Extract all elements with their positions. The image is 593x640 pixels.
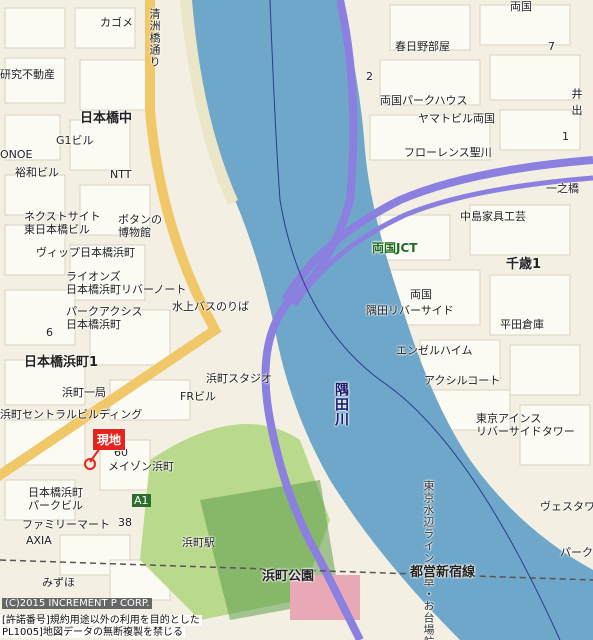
- shinjuku-line-label: 都営新宿線: [410, 565, 476, 580]
- vertu-label: ヴェスタワー: [540, 500, 593, 513]
- number-2-label: 2: [366, 70, 373, 83]
- yamato-bldg-label: ヤマトビル両国: [418, 112, 495, 125]
- maison-label: メイゾン浜町: [108, 460, 174, 473]
- kasuganobeya-label: 春日野部屋: [395, 40, 450, 53]
- hamacho-park-label: 浜町公園: [262, 569, 315, 584]
- number-6-label: 6: [46, 326, 53, 339]
- vita-label: ヴィップ日本橋浜町: [36, 246, 135, 259]
- permit-line-2: PL1005]地図データの無断複製を禁じる: [0, 627, 185, 638]
- number-38-label: 38: [118, 516, 132, 529]
- mizuho-label: みずほ: [42, 576, 75, 589]
- hamacho-ichi-label: 浜町一局: [62, 386, 106, 399]
- map-copyright: (C)2015 INCREMENT P CORP.: [2, 598, 153, 609]
- g1-label: G1ビル: [56, 134, 94, 147]
- familymart-label: ファミリーマート: [22, 518, 110, 531]
- east-rivershine-label: 東京アインス リバーサイドタワー: [476, 412, 575, 438]
- nihonbashi-park-label: 日本橋浜町 パークビル: [28, 486, 83, 512]
- sumida-river-label: 隅田川: [333, 382, 349, 427]
- kenkyu-label: 研究不動産: [0, 68, 55, 81]
- yuwa-label: 裕和ビル: [15, 166, 59, 179]
- onoe-label: ONOE: [0, 148, 33, 161]
- button-museum-label: ボタンの 博物館: [118, 213, 162, 239]
- ryogoku-park-house-label: 両国パークハウス: [380, 94, 468, 107]
- number-7-label: 7: [548, 40, 555, 53]
- ryogoku2-label: 両国: [410, 288, 432, 301]
- park-axis-label: パークアクシス 日本橋浜町: [66, 305, 143, 331]
- hamacho-studio-label: 浜町スタジオ: [206, 372, 272, 385]
- entree-haim-label: エンゼルハイム: [396, 344, 473, 357]
- park-label: パーク: [560, 546, 593, 559]
- ryogoku-label: 両国: [510, 0, 532, 13]
- permit-line-1: [許諾番号]規約用途以外の利用を目的とした: [0, 615, 202, 626]
- exit-a1-badge: A1: [132, 494, 151, 507]
- location-pin-icon: [84, 448, 101, 470]
- nakajima-label: 中島家具工芸: [460, 210, 526, 223]
- ryogoku-jct-label: 両国JCT: [372, 241, 418, 255]
- kitaichi-label: 一之橋: [546, 182, 579, 195]
- lions-label: ライオンズ 日本橋浜町リバーノート: [66, 270, 187, 296]
- central-bldg-label: 浜町セントラルビルディング: [0, 408, 143, 421]
- hamacho-station-label: 浜町駅: [182, 536, 215, 549]
- fr-bldg-label: FRビル: [180, 390, 216, 403]
- sumida-riverside-label: 隅田リバーサイド: [366, 304, 454, 317]
- nihonbashi-naka-label: 日本橋中: [80, 111, 133, 126]
- kasen-road-label: 清洲橋通り: [148, 8, 161, 68]
- number-1-label: 1: [562, 130, 569, 143]
- chitose1-label: 千歳1: [506, 257, 542, 272]
- axia-label: AXIA: [26, 534, 52, 547]
- ntt-label: NTT: [110, 168, 132, 181]
- nexst-label: ネクストサイト 東日本橋ビル: [24, 210, 101, 236]
- map-canvas[interactable]: 清洲橋通り カゴメ 日本橋中 研究不動産 G1ビル ONOE 裕和ビル NTT …: [0, 0, 593, 640]
- florence-label: フローレンス聖川: [404, 146, 492, 159]
- water-bus-label: 水上バスのりば: [172, 300, 249, 313]
- kagome-label: カゴメ: [100, 16, 133, 29]
- izumi-label: 井 出: [570, 88, 583, 117]
- hirata-label: 平田倉庫: [500, 318, 544, 331]
- nihonbashi-hamacho1-label: 日本橋浜町1: [24, 355, 99, 370]
- suijo-line-label: 東京水辺ライン浅草・お台場航路: [422, 480, 435, 640]
- axial-court-label: アクシルコート: [424, 374, 501, 387]
